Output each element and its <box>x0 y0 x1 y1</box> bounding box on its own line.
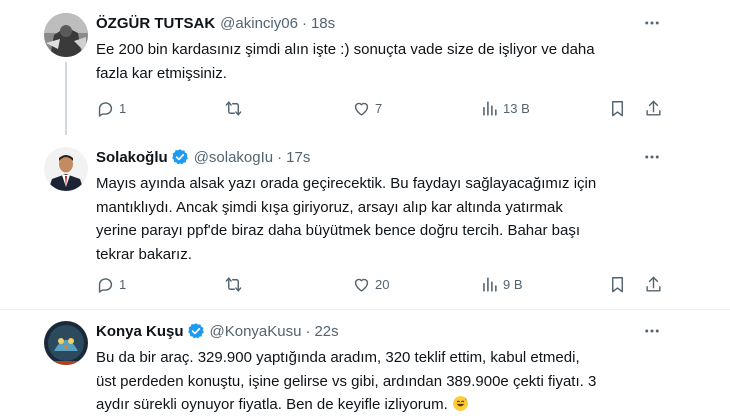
thread-line <box>65 62 67 135</box>
share-button[interactable] <box>644 98 663 118</box>
like-button[interactable]: 20 <box>352 274 389 294</box>
reply-icon <box>98 101 113 117</box>
retweet-icon <box>225 276 242 292</box>
avatar[interactable] <box>44 321 88 365</box>
like-button[interactable]: 7 <box>352 98 382 118</box>
separator-dot: · <box>277 148 283 166</box>
tweet-text-line: tekrar bakarız. <box>96 245 192 263</box>
avatar[interactable] <box>44 147 88 191</box>
bookmark-icon <box>612 100 623 116</box>
bookmark-button[interactable] <box>608 98 627 118</box>
tweet-text-segment: aydır sürekli oynuyor fiyatla. Ben de ke… <box>96 396 448 413</box>
heart-icon <box>354 278 369 292</box>
reply-count: 1 <box>119 100 127 116</box>
reply-button[interactable]: 1 <box>96 98 126 118</box>
tweet-header: Solakoğlu @solakogIu · 17s <box>96 147 310 167</box>
tweet-actions: 1 20 9 B <box>96 274 666 294</box>
retweet-button[interactable] <box>224 274 247 294</box>
tweet-text: Bu da bir araç. 329.900 yaptığında aradı… <box>96 346 656 417</box>
analytics-icon <box>483 276 497 292</box>
tweet-konyakusu[interactable]: Konya Kuşu @KonyaKusu · 22s Bu da bir ar… <box>0 310 730 420</box>
user-handle[interactable]: @solakogIu <box>194 149 273 166</box>
more-options-icon[interactable] <box>642 147 662 167</box>
reply-icon <box>98 277 113 293</box>
display-name[interactable]: ÖZGÜR TUTSAK <box>96 15 215 32</box>
tweet-text-line: üst perdeden konuştu, işine gelirse vs g… <box>96 372 597 390</box>
more-options-icon[interactable] <box>642 13 662 33</box>
tweet-text-line: yerine parayı ppf'de biraz daha büyütmek… <box>96 222 580 239</box>
heart-icon <box>354 102 369 116</box>
tweet-text-line: mantıklıydı. Ancak şimdi kışa giriyoruz,… <box>96 198 563 216</box>
tweet-text-line: Bu da bir araç. 329.900 yaptığında aradı… <box>96 349 580 366</box>
share-icon <box>646 100 661 116</box>
bookmark-button[interactable] <box>608 274 627 294</box>
retweet-button[interactable] <box>224 98 247 118</box>
display-name[interactable]: Solakoğlu <box>96 149 168 166</box>
views-button[interactable]: 13 B <box>480 98 530 118</box>
views-button[interactable]: 9 B <box>480 274 523 294</box>
tweet-header: Konya Kuşu @KonyaKusu · 22s <box>96 321 339 341</box>
tweet-header: ÖZGÜR TUTSAK @akinciy06 · 18s <box>96 13 335 33</box>
analytics-icon <box>483 100 497 116</box>
share-button[interactable] <box>644 274 663 294</box>
retweet-icon <box>225 100 242 116</box>
tweet-text-line: fazla kar etmişsiniz. <box>96 64 227 82</box>
timestamp[interactable]: 22s <box>314 323 338 340</box>
more-options-icon[interactable] <box>642 321 662 341</box>
reply-count: 1 <box>119 276 127 292</box>
bookmark-icon <box>612 276 623 292</box>
avatar[interactable] <box>44 13 88 57</box>
like-count: 7 <box>375 100 383 116</box>
like-count: 20 <box>375 276 390 292</box>
view-count: 9 B <box>503 276 523 292</box>
tweet-text-line: Ee 200 bin kardasınız şimdi alın işte :)… <box>96 41 595 58</box>
timestamp[interactable]: 17s <box>286 149 310 166</box>
tweet-text-line-with-emoji: aydır sürekli oynuyor fiyatla. Ben de ke… <box>96 393 656 417</box>
tweet-akinciy06[interactable]: ÖZGÜR TUTSAK @akinciy06 · 18s Ee 200 bin… <box>0 0 730 135</box>
separator-dot: · <box>301 14 307 32</box>
separator-dot: · <box>305 322 311 340</box>
user-handle[interactable]: @KonyaKusu <box>210 323 302 340</box>
timestamp[interactable]: 18s <box>311 15 335 32</box>
verified-badge-icon <box>187 323 204 339</box>
verified-badge-icon <box>171 149 188 165</box>
display-name[interactable]: Konya Kuşu <box>96 323 184 340</box>
tweet-text-line: Mayıs ayında alsak yazı orada geçirecekt… <box>96 175 597 192</box>
tweet-solakogiu[interactable]: Solakoğlu @solakogIu · 17s Mayıs ayında … <box>0 135 730 308</box>
share-icon <box>646 276 661 292</box>
tweet-actions: 1 7 13 B <box>96 98 666 118</box>
user-handle[interactable]: @akinciy06 <box>220 15 298 32</box>
reply-button[interactable]: 1 <box>96 274 126 294</box>
view-count: 13 B <box>503 100 530 116</box>
grinning-sweat-emoji-icon <box>453 396 468 411</box>
tweet-text: Mayıs ayında alsak yazı orada geçirecekt… <box>96 172 656 266</box>
tweet-feed: ÖZGÜR TUTSAK @akinciy06 · 18s Ee 200 bin… <box>0 0 730 420</box>
tweet-text: Ee 200 bin kardasınız şimdi alın işte :)… <box>96 38 656 85</box>
